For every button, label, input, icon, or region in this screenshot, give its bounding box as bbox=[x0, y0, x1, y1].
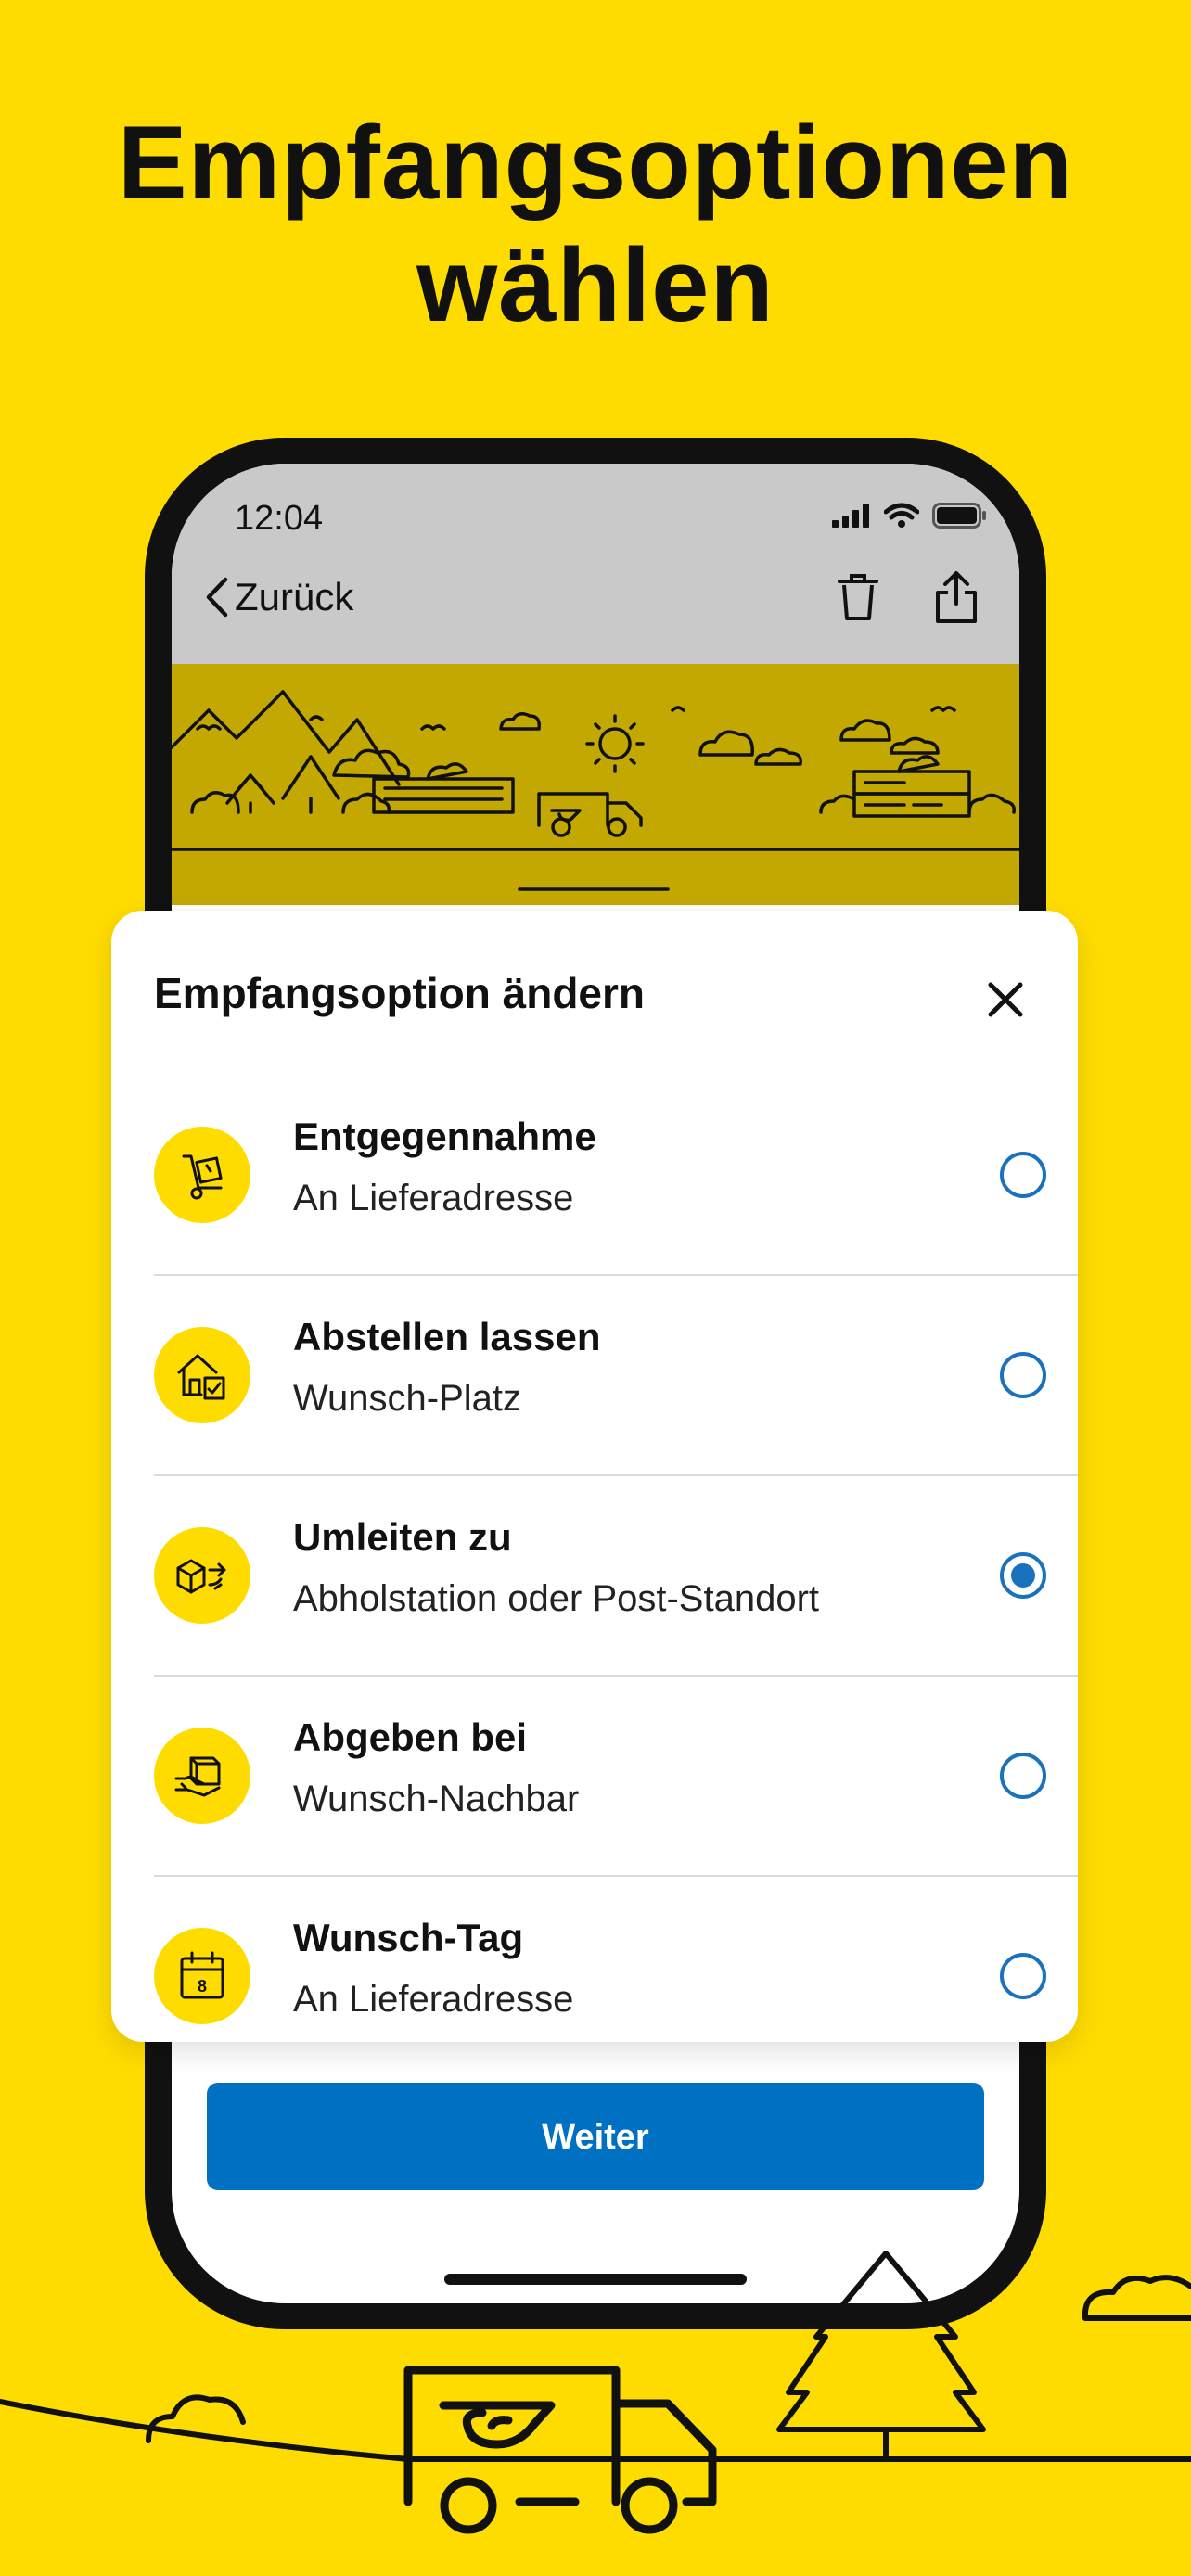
option-entgegennahme[interactable]: Entgegennahme An Lieferadresse bbox=[154, 1076, 1078, 1276]
weiter-button[interactable]: Weiter bbox=[207, 2083, 984, 2190]
option-subtitle: Wunsch-Platz bbox=[293, 1378, 522, 1419]
back-label: Zurück bbox=[235, 575, 354, 618]
option-list: Entgegennahme An Lieferadresse Abstellen… bbox=[154, 1076, 1078, 2075]
hand-truck-icon bbox=[154, 1127, 250, 1223]
hand-package-icon bbox=[154, 1728, 250, 1824]
reception-option-sheet: Empfangsoption ändern Entgegennahme An L… bbox=[111, 911, 1078, 2042]
option-abstellen-lassen[interactable]: Abstellen lassen Wunsch-Platz bbox=[154, 1276, 1078, 1476]
option-radio[interactable] bbox=[1000, 1352, 1046, 1398]
option-title: Abgeben bei bbox=[293, 1715, 528, 1759]
option-title: Entgegennahme bbox=[293, 1115, 596, 1158]
trash-icon bbox=[838, 574, 878, 620]
sheet-title: Empfangsoption ändern bbox=[154, 969, 645, 1017]
house-package-icon bbox=[154, 1327, 250, 1423]
option-subtitle: Wunsch-Nachbar bbox=[293, 1779, 580, 1819]
ground-illustration bbox=[0, 2251, 1191, 2534]
option-umleiten-zu[interactable]: Umleiten zu Abholstation oder Post-Stand… bbox=[154, 1476, 1078, 1677]
delivery-illustration bbox=[172, 664, 1019, 905]
headline-line-2: wählen bbox=[416, 227, 775, 343]
delete-button[interactable] bbox=[832, 567, 884, 627]
option-radio[interactable] bbox=[1000, 1753, 1046, 1799]
option-radio[interactable] bbox=[1000, 1152, 1046, 1198]
headline: Empfangsoptionen wählen bbox=[0, 102, 1191, 347]
share-button[interactable] bbox=[930, 567, 982, 627]
back-button[interactable]: Zurück bbox=[203, 575, 353, 619]
close-button[interactable] bbox=[983, 977, 1028, 1022]
option-subtitle: An Lieferadresse bbox=[293, 1178, 574, 1218]
share-icon bbox=[936, 571, 977, 623]
close-icon bbox=[988, 982, 1023, 1017]
status-and-nav-bar: 12:04 Zurück bbox=[172, 464, 1019, 664]
chevron-left-icon bbox=[206, 577, 228, 618]
headline-line-1: Empfangsoptionen bbox=[117, 105, 1074, 221]
option-title: Umleiten zu bbox=[293, 1515, 512, 1559]
option-subtitle: An Lieferadresse bbox=[293, 1979, 574, 2020]
landscape-illustration bbox=[172, 690, 1019, 891]
option-abgeben-bei[interactable]: Abgeben bei Wunsch-Nachbar bbox=[154, 1677, 1078, 1877]
option-subtitle: Abholstation oder Post-Standort bbox=[293, 1578, 820, 1619]
wifi-icon bbox=[884, 503, 919, 528]
option-title: Abstellen lassen bbox=[293, 1315, 601, 1358]
status-time: 12:04 bbox=[235, 499, 324, 538]
option-radio-selected[interactable] bbox=[1000, 1552, 1046, 1599]
calendar-day: 8 bbox=[198, 1977, 207, 1996]
option-wunsch-tag[interactable]: 8 Wunsch-Tag An Lieferadresse bbox=[154, 1877, 1078, 2075]
nav-actions bbox=[832, 567, 982, 627]
signal-icon bbox=[832, 504, 869, 528]
package-redirect-icon bbox=[154, 1527, 250, 1624]
option-title: Wunsch-Tag bbox=[293, 1916, 524, 1959]
option-radio[interactable] bbox=[1000, 1953, 1046, 1999]
battery-icon bbox=[932, 503, 986, 529]
status-icons bbox=[832, 503, 986, 529]
calendar-icon: 8 bbox=[154, 1928, 250, 2024]
